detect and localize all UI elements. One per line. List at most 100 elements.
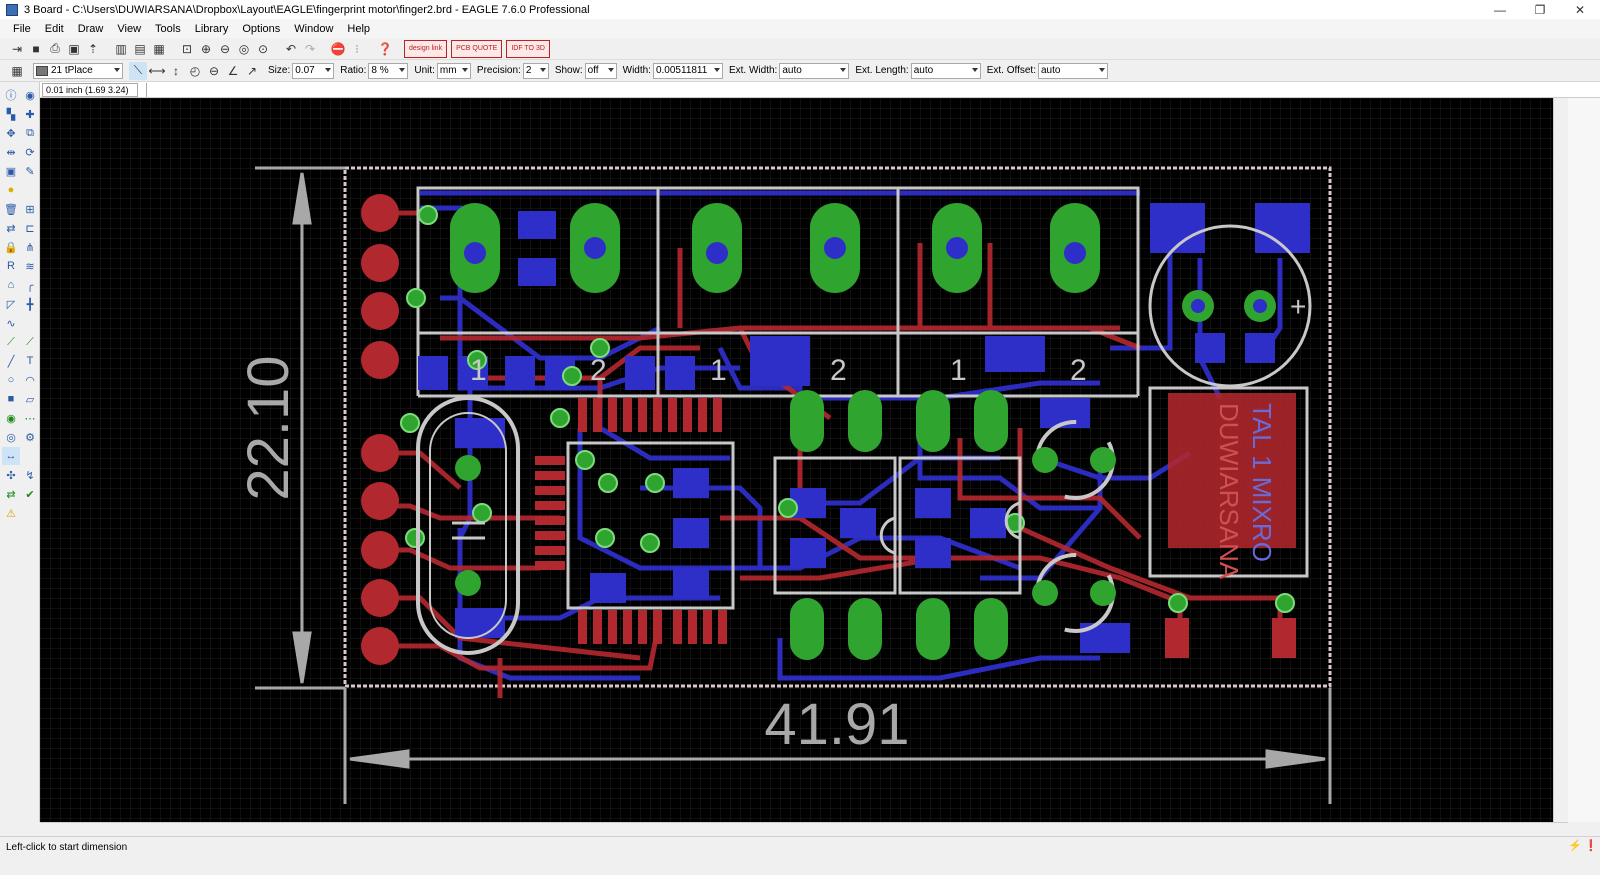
- board-canvas[interactable]: + DUWIARSANA TAL 1 MIXRO 1 2 1 2 1 2 22.…: [40, 98, 1553, 822]
- drc-status-icon[interactable]: ⚡: [1568, 840, 1582, 852]
- attribute-icon[interactable]: ⚙: [21, 428, 39, 446]
- errors-icon[interactable]: ⚠: [2, 504, 20, 522]
- info-icon[interactable]: ⓘ: [2, 86, 20, 104]
- wire-icon[interactable]: ╱: [2, 352, 20, 370]
- close-button[interactable]: ✕: [1560, 0, 1600, 19]
- hole-icon[interactable]: ◎: [2, 428, 20, 446]
- design-link-button[interactable]: design link: [404, 39, 448, 58]
- go-icon[interactable]: ⁝: [348, 40, 366, 58]
- menu-edit[interactable]: Edit: [38, 23, 71, 35]
- polygon-icon[interactable]: ▱: [21, 390, 39, 408]
- miter-icon[interactable]: ◸: [2, 295, 20, 313]
- print-icon[interactable]: ⎙: [46, 40, 64, 58]
- meander-icon[interactable]: ╋: [21, 295, 39, 313]
- circle-icon[interactable]: ○: [2, 371, 20, 389]
- dimension-horizontal-icon[interactable]: ⟷: [148, 62, 166, 80]
- replace-icon[interactable]: ⇄: [2, 219, 20, 237]
- pcb-quote-button[interactable]: PCB QUOTE: [451, 39, 503, 58]
- optimize-icon[interactable]: ╭: [21, 276, 39, 294]
- copy-icon[interactable]: ⧉: [21, 124, 39, 142]
- dimension-radius-icon[interactable]: ◴: [186, 62, 204, 80]
- board-icon[interactable]: ▤: [131, 40, 149, 58]
- route-icon[interactable]: ⟋: [2, 333, 20, 351]
- dimension-diameter-icon[interactable]: ⊖: [205, 62, 223, 80]
- smash-icon[interactable]: ⋔: [21, 238, 39, 256]
- menu-file[interactable]: File: [6, 23, 38, 35]
- script-icon[interactable]: ▥: [112, 40, 130, 58]
- meander-length-icon[interactable]: ∿: [2, 314, 20, 332]
- ext-length-select[interactable]: auto: [910, 62, 981, 79]
- delete-icon[interactable]: 🗑: [2, 200, 20, 218]
- menu-help[interactable]: Help: [340, 23, 377, 35]
- autorouter-icon[interactable]: ↯: [21, 466, 39, 484]
- dimension-vertical-icon[interactable]: ↕: [167, 62, 185, 80]
- open-icon[interactable]: ⇥: [8, 40, 26, 58]
- menu-window[interactable]: Window: [287, 23, 340, 35]
- ext-width-select[interactable]: auto: [779, 62, 850, 79]
- redo-icon[interactable]: ↷: [301, 40, 319, 58]
- ratio-select[interactable]: 8 %: [368, 62, 409, 79]
- signal-icon[interactable]: ⋯: [21, 409, 39, 427]
- rotate-icon[interactable]: ⟳: [21, 143, 39, 161]
- stop-status-icon[interactable]: ❗: [1584, 840, 1598, 852]
- grid-icon[interactable]: ▦: [8, 62, 26, 80]
- layer-select[interactable]: 21 tPlace: [33, 62, 123, 79]
- split-icon[interactable]: ⌂: [2, 276, 20, 294]
- idf-to-3d-button[interactable]: IDF TO 3D: [506, 39, 550, 58]
- redraw-icon[interactable]: ◎: [235, 40, 253, 58]
- menu-library[interactable]: Library: [188, 23, 236, 35]
- move-icon[interactable]: ✥: [2, 124, 20, 142]
- rect-icon[interactable]: ■: [2, 390, 20, 408]
- change-icon[interactable]: ✎: [21, 162, 39, 180]
- show-icon[interactable]: ◉: [21, 86, 39, 104]
- ratsnest-icon[interactable]: ✣: [2, 466, 20, 484]
- vertical-scrollbar[interactable]: [1553, 98, 1568, 822]
- mark-icon[interactable]: ✚: [21, 105, 39, 123]
- text-icon[interactable]: T: [21, 352, 39, 370]
- menu-tools[interactable]: Tools: [148, 23, 188, 35]
- lock-icon[interactable]: 🔒: [2, 238, 20, 256]
- width-select[interactable]: 0.00511811: [652, 62, 723, 79]
- zoom-out-icon[interactable]: ⊖: [216, 40, 234, 58]
- display-icon[interactable]: ▚: [2, 105, 20, 123]
- dimension-leader-icon[interactable]: ↗: [243, 62, 261, 80]
- ripup-icon[interactable]: ⇄: [2, 485, 20, 503]
- arc-icon[interactable]: ◠: [21, 371, 39, 389]
- add-icon[interactable]: ⊞: [21, 200, 39, 218]
- group-icon[interactable]: ▣: [2, 162, 20, 180]
- dimension-icon[interactable]: ↔: [2, 447, 20, 465]
- zoom-select-icon[interactable]: ⊙: [254, 40, 272, 58]
- minimize-button[interactable]: —: [1480, 0, 1520, 19]
- zoom-in-icon[interactable]: ⊕: [197, 40, 215, 58]
- stop-icon[interactable]: ⛔: [329, 40, 347, 58]
- maximize-button[interactable]: ❐: [1520, 0, 1560, 19]
- ext-offset-select[interactable]: auto: [1037, 62, 1108, 79]
- paste-icon[interactable]: ●: [2, 181, 20, 199]
- library-icon[interactable]: ▦: [150, 40, 168, 58]
- value-icon[interactable]: R: [2, 257, 20, 275]
- dimension-aligned-icon[interactable]: ⟍: [129, 61, 147, 80]
- show-select[interactable]: off: [584, 62, 617, 79]
- cam-icon[interactable]: ▣: [65, 40, 83, 58]
- command-input[interactable]: [146, 82, 1600, 97]
- undo-icon[interactable]: ↶: [282, 40, 300, 58]
- menu-options[interactable]: Options: [235, 23, 287, 35]
- size-select[interactable]: 0.07: [292, 62, 335, 79]
- mirror-icon[interactable]: ⇹: [2, 143, 20, 161]
- zoom-fit-icon[interactable]: ⊡: [178, 40, 196, 58]
- size-value: 0.07: [295, 65, 315, 76]
- save-icon[interactable]: ■: [27, 40, 45, 58]
- horizontal-scrollbar[interactable]: [40, 822, 1568, 836]
- precision-select[interactable]: 2: [522, 62, 549, 79]
- name-icon[interactable]: ⊏: [21, 219, 39, 237]
- label-icon[interactable]: ≋: [21, 257, 39, 275]
- via-icon[interactable]: ◉: [2, 409, 20, 427]
- upload-icon[interactable]: ⇡: [84, 40, 102, 58]
- help-icon[interactable]: ❓: [376, 40, 394, 58]
- dimension-angle-icon[interactable]: ∠: [224, 62, 242, 80]
- route-diff-icon[interactable]: ⟋: [21, 333, 39, 351]
- unit-select[interactable]: mm: [436, 62, 471, 79]
- menu-draw[interactable]: Draw: [71, 23, 111, 35]
- drc-icon[interactable]: ✔: [21, 485, 39, 503]
- menu-view[interactable]: View: [110, 23, 148, 35]
